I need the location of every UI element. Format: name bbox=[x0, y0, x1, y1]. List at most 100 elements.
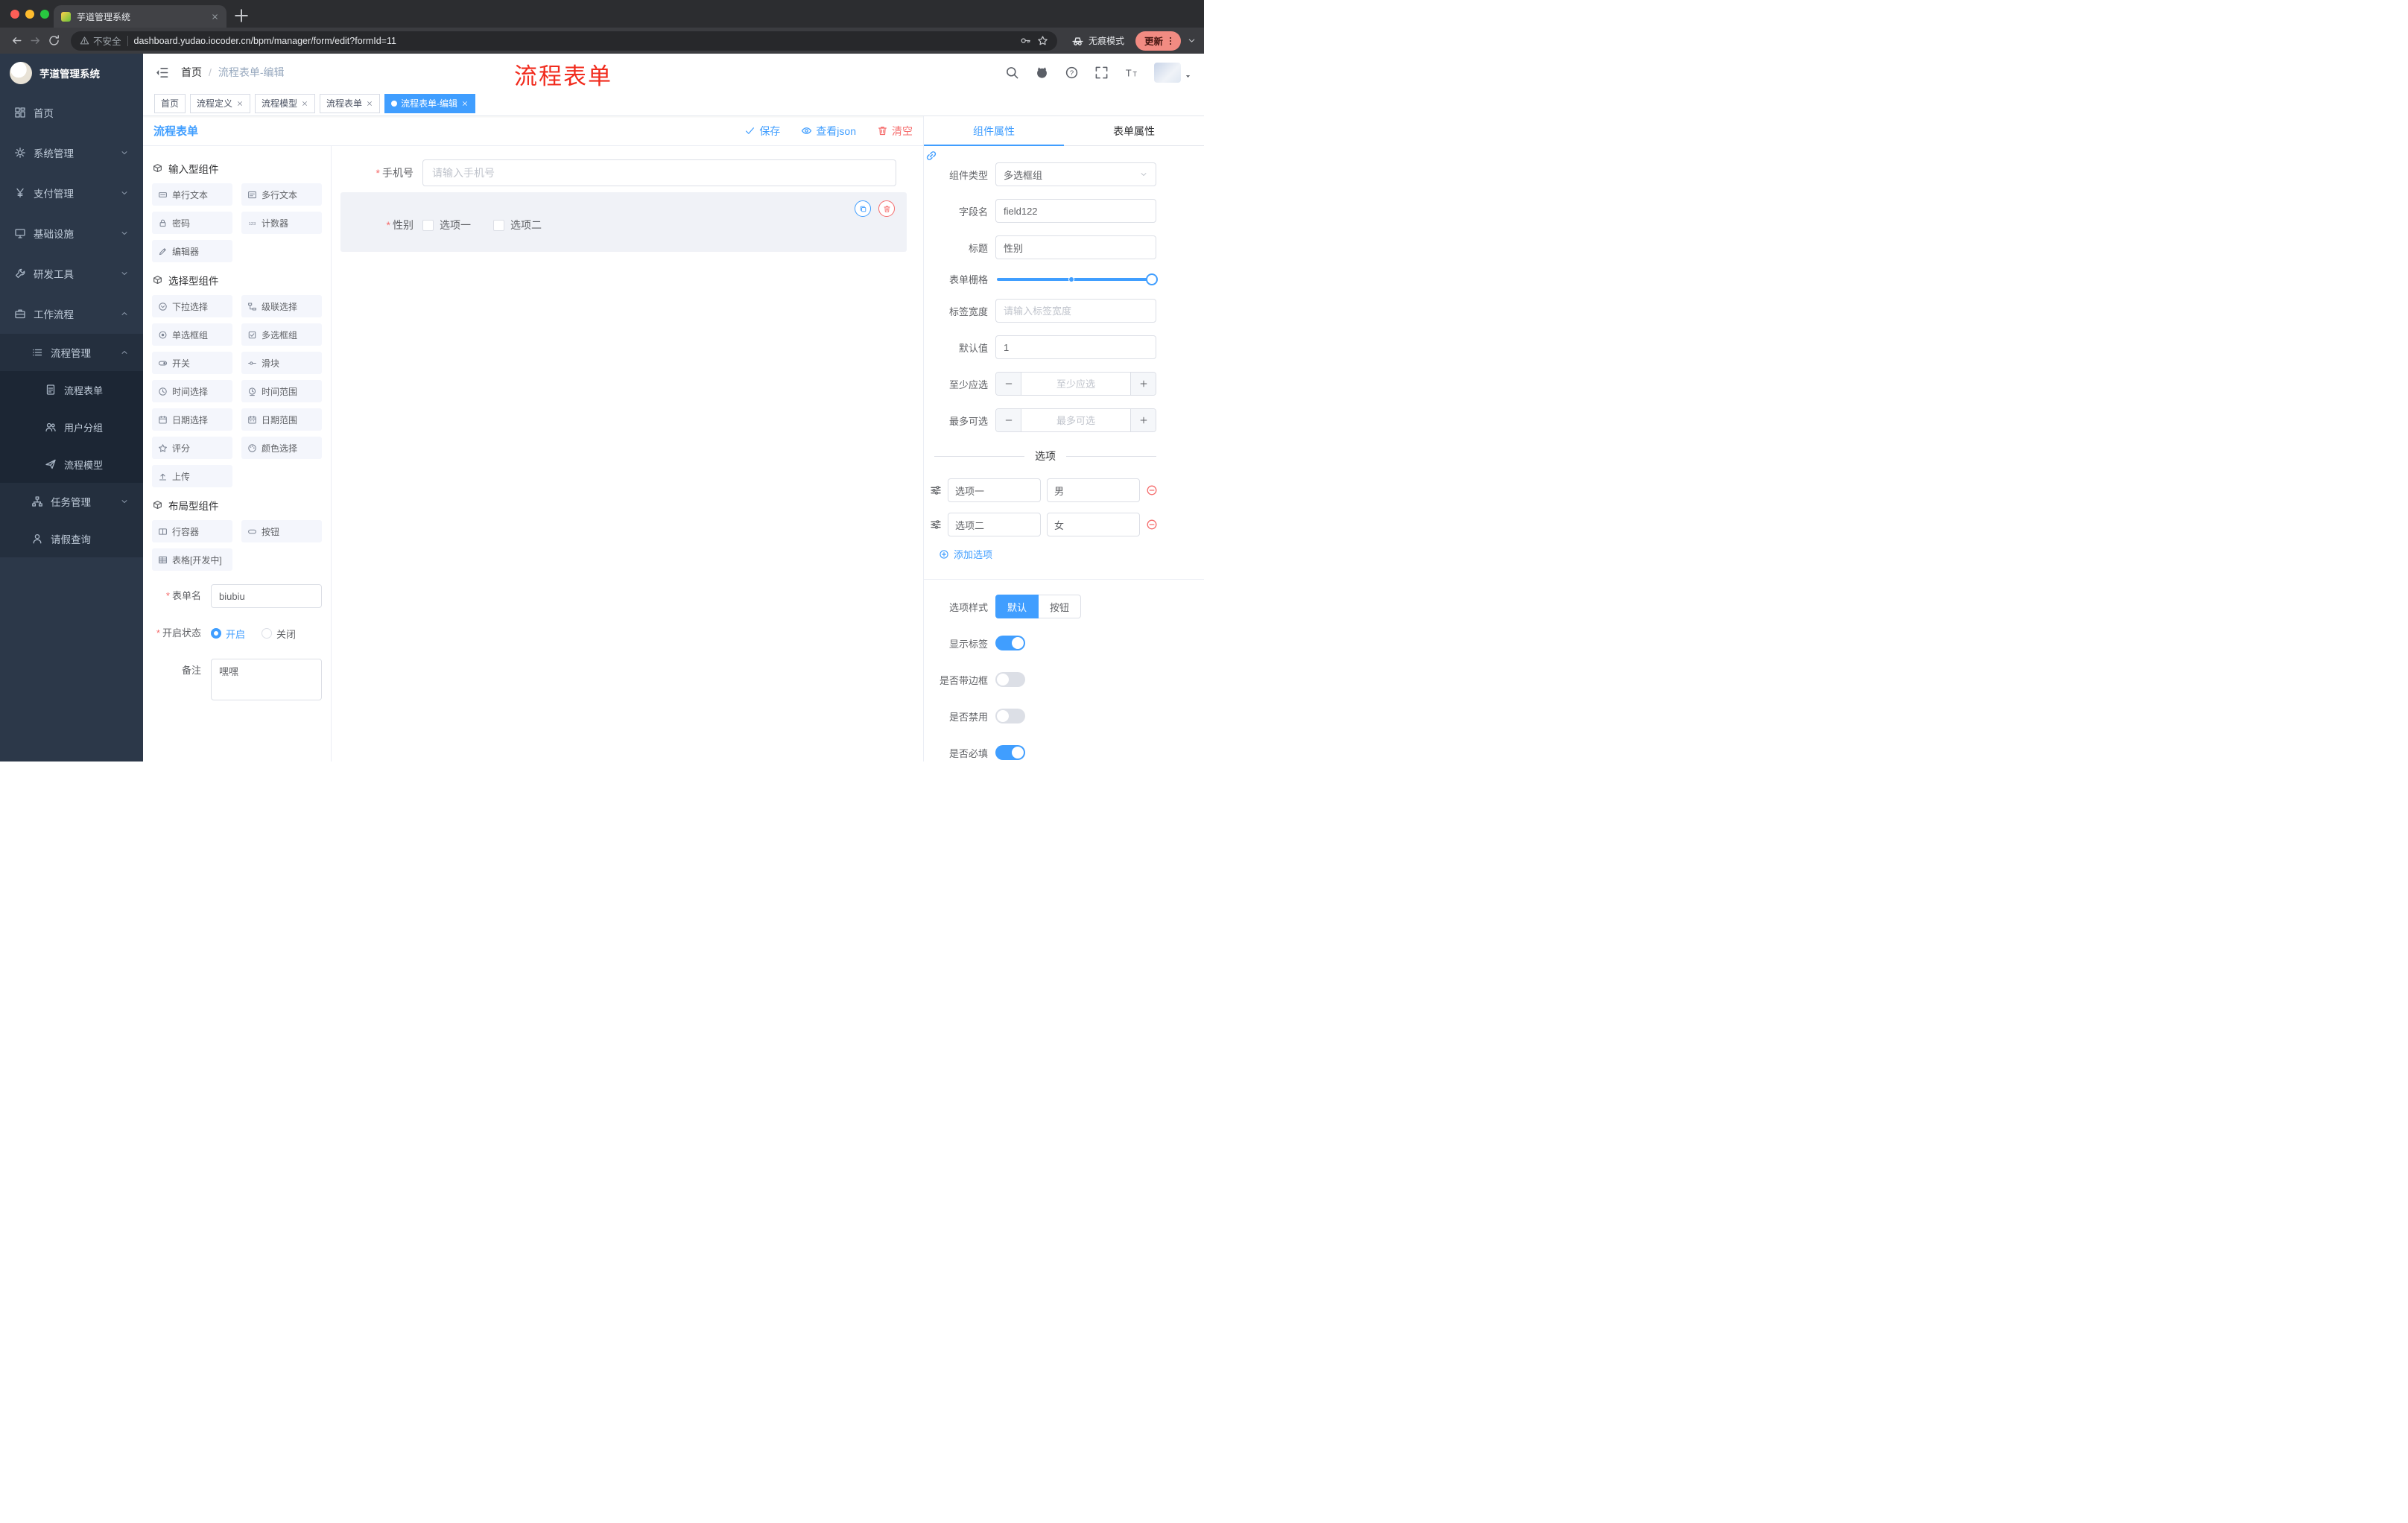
palette-item-row-container[interactable]: 行容器 bbox=[152, 520, 232, 542]
palette-item-editor[interactable]: 编辑器 bbox=[152, 240, 232, 262]
palette-item-rate[interactable]: 评分 bbox=[152, 437, 232, 459]
palette-item-counter[interactable]: 123 计数器 bbox=[241, 212, 322, 234]
style-button-button[interactable]: 按钮 bbox=[1039, 595, 1082, 618]
tag-process-model[interactable]: 流程模型 bbox=[255, 93, 316, 113]
option-2-name-input[interactable] bbox=[948, 513, 1041, 536]
default-value-input[interactable] bbox=[995, 335, 1156, 359]
close-icon[interactable] bbox=[366, 100, 373, 107]
browser-tab[interactable]: 芋道管理系统 bbox=[54, 5, 226, 28]
widget-delete-button[interactable] bbox=[878, 200, 895, 217]
palette-item-date-picker[interactable]: 日期选择 bbox=[152, 408, 232, 431]
browser-update-button[interactable]: 更新 bbox=[1135, 31, 1181, 51]
profile-chevron-icon[interactable] bbox=[1187, 36, 1197, 45]
stepper-decrease-button[interactable] bbox=[996, 409, 1021, 431]
disabled-switch[interactable] bbox=[995, 709, 1025, 723]
tag-process-form[interactable]: 流程表单 bbox=[320, 93, 381, 113]
label-width-input[interactable] bbox=[995, 299, 1156, 323]
tab-close-icon[interactable] bbox=[211, 13, 219, 21]
link-icon[interactable] bbox=[925, 149, 938, 162]
help-icon[interactable]: ? bbox=[1065, 66, 1079, 80]
view-json-button[interactable]: 查看json bbox=[801, 124, 856, 139]
back-button[interactable] bbox=[7, 31, 26, 50]
stepper-decrease-button[interactable] bbox=[996, 373, 1021, 395]
form-name-input[interactable] bbox=[211, 584, 322, 608]
close-window-button[interactable] bbox=[10, 10, 19, 19]
sidebar-item-infra[interactable]: 基础设施 bbox=[0, 213, 143, 253]
palette-item-color-picker[interactable]: 颜色选择 bbox=[241, 437, 322, 459]
search-icon[interactable] bbox=[1005, 66, 1019, 80]
palette-item-time-picker[interactable]: 时间选择 bbox=[152, 380, 232, 402]
palette-item-dropdown[interactable]: 下拉选择 bbox=[152, 295, 232, 317]
forward-button[interactable] bbox=[26, 31, 45, 50]
canvas-widget-gender-selected[interactable]: 性别 选项一 选项二 bbox=[340, 192, 907, 252]
new-tab-button[interactable] bbox=[232, 7, 250, 25]
min-select-input[interactable] bbox=[1021, 373, 1131, 395]
stepper-increase-button[interactable] bbox=[1131, 409, 1156, 431]
border-switch[interactable] bbox=[995, 672, 1025, 687]
palette-item-upload[interactable]: 上传 bbox=[152, 465, 232, 487]
close-icon[interactable] bbox=[236, 100, 244, 107]
minimize-window-button[interactable] bbox=[25, 10, 34, 19]
sidebar-item-process-form[interactable]: 流程表单 bbox=[0, 371, 143, 408]
required-switch[interactable] bbox=[995, 745, 1025, 760]
remove-option-button[interactable] bbox=[1146, 484, 1158, 496]
palette-item-checkbox-group[interactable]: 多选框组 bbox=[241, 323, 322, 346]
field-name-input[interactable] bbox=[995, 199, 1156, 223]
palette-item-time-range[interactable]: 时间范围 bbox=[241, 380, 322, 402]
reload-button[interactable] bbox=[45, 31, 63, 50]
palette-item-slider[interactable]: 滑块 bbox=[241, 352, 322, 374]
option-1-value-input[interactable] bbox=[1047, 478, 1140, 502]
sidebar-item-task-mgmt[interactable]: 任务管理 bbox=[0, 483, 143, 520]
checkbox-option-1[interactable]: 选项一 bbox=[422, 218, 471, 232]
palette-item-switch[interactable]: 开关 bbox=[152, 352, 232, 374]
max-select-input[interactable] bbox=[1021, 409, 1131, 431]
show-label-switch[interactable] bbox=[995, 636, 1025, 650]
password-key-icon[interactable] bbox=[1020, 35, 1031, 46]
tab-form-props[interactable]: 表单属性 bbox=[1064, 116, 1204, 145]
sidebar-item-user-group[interactable]: 用户分组 bbox=[0, 408, 143, 446]
zoom-window-button[interactable] bbox=[40, 10, 49, 19]
browser-menu-icon[interactable] bbox=[1165, 36, 1176, 46]
tag-home[interactable]: 首页 bbox=[154, 93, 186, 113]
sidebar-item-payment[interactable]: 支付管理 bbox=[0, 173, 143, 213]
sidebar-item-devtools[interactable]: 研发工具 bbox=[0, 253, 143, 294]
phone-input[interactable] bbox=[422, 159, 896, 186]
palette-item-button[interactable]: 按钮 bbox=[241, 520, 322, 542]
tag-process-form-edit[interactable]: 流程表单-编辑 bbox=[384, 93, 476, 113]
breadcrumb-home[interactable]: 首页 bbox=[181, 65, 202, 80]
sidebar-item-workflow[interactable]: 工作流程 bbox=[0, 294, 143, 334]
component-type-select[interactable]: 多选框组 bbox=[995, 162, 1156, 186]
tag-process-definition[interactable]: 流程定义 bbox=[190, 93, 251, 113]
save-button[interactable]: 保存 bbox=[744, 124, 780, 139]
sidebar-item-leave-query[interactable]: 请假查询 bbox=[0, 520, 143, 557]
add-option-button[interactable]: 添加选项 bbox=[939, 547, 1156, 561]
sidebar-item-home[interactable]: 首页 bbox=[0, 92, 143, 133]
palette-item-cascader[interactable]: 级联选择 bbox=[241, 295, 322, 317]
slider-handle[interactable] bbox=[1146, 273, 1158, 285]
user-avatar-menu[interactable] bbox=[1154, 62, 1192, 83]
radio-status-on[interactable]: 开启 bbox=[211, 627, 245, 641]
option-2-value-input[interactable] bbox=[1047, 513, 1140, 536]
close-icon[interactable] bbox=[301, 100, 308, 107]
palette-item-multi-text[interactable]: 多行文本 bbox=[241, 183, 322, 206]
sidebar-logo[interactable]: 芋道管理系统 bbox=[0, 54, 143, 92]
canvas-field-phone[interactable]: 手机号 bbox=[366, 159, 907, 186]
sidebar-fold-button[interactable] bbox=[155, 66, 169, 80]
form-canvas[interactable]: 手机号 性别 bbox=[332, 146, 923, 762]
palette-item-date-range[interactable]: 日期范围 bbox=[241, 408, 322, 431]
drag-handle-icon[interactable] bbox=[930, 519, 942, 531]
radio-status-off[interactable]: 关闭 bbox=[262, 627, 296, 641]
sidebar-item-process-model[interactable]: 流程模型 bbox=[0, 446, 143, 483]
font-size-icon[interactable]: TT bbox=[1124, 66, 1138, 80]
sidebar-item-process-mgmt[interactable]: 流程管理 bbox=[0, 334, 143, 371]
palette-item-password[interactable]: 密码 bbox=[152, 212, 232, 234]
style-default-button[interactable]: 默认 bbox=[995, 595, 1039, 618]
fullscreen-icon[interactable] bbox=[1094, 66, 1109, 80]
checkbox-option-2[interactable]: 选项二 bbox=[493, 218, 542, 232]
grid-slider[interactable] bbox=[997, 273, 1158, 285]
title-input[interactable] bbox=[995, 235, 1156, 259]
palette-item-single-text[interactable]: 单行文本 bbox=[152, 183, 232, 206]
tab-component-props[interactable]: 组件属性 bbox=[924, 116, 1064, 146]
bookmark-star-icon[interactable] bbox=[1037, 35, 1048, 46]
close-icon[interactable] bbox=[461, 100, 469, 107]
